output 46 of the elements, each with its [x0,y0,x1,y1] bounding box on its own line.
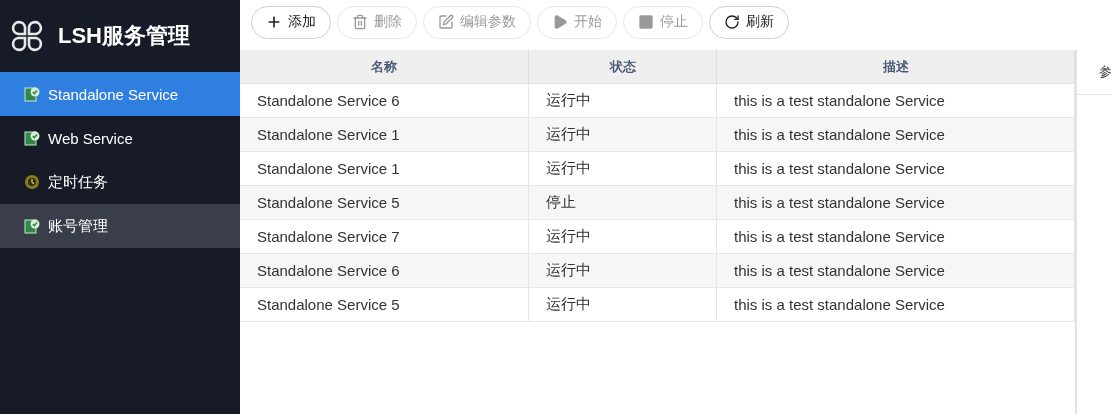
table-cell: Standalone Service 6 [240,84,529,118]
table-cell: this is a test standalone Service [717,220,1075,254]
panel-tab[interactable]: 参 [1099,63,1111,81]
table-cell: 停止 [529,186,717,220]
toolbar-button[interactable]: 添加 [251,5,331,39]
table-cell: Standalone Service 1 [240,118,529,152]
toolbar-button[interactable]: 刷新 [709,5,789,39]
table-cell: this is a test standalone Service [717,152,1075,186]
sidebar-item[interactable]: 定时任务 [0,160,240,204]
clipboard-check-icon [24,86,40,102]
sidebar-item[interactable]: Web Service [0,116,240,160]
logo-icon [10,19,44,53]
table-cell: Standalone Service 7 [240,220,529,254]
plus-icon [266,14,282,30]
trash-icon [352,14,368,30]
table-cell: Standalone Service 5 [240,288,529,322]
table-cell: Standalone Service 5 [240,186,529,220]
table-cell: Standalone Service 1 [240,152,529,186]
column-header[interactable]: 名称 [240,50,529,84]
play-icon [552,14,568,30]
refresh-icon [724,14,740,30]
sidebar-item-label: Web Service [48,129,133,147]
sidebar-item-label: 定时任务 [48,172,108,192]
column-header[interactable]: 状态 [529,50,717,84]
table-cell: 运行中 [529,152,717,186]
column-header[interactable]: 描述 [717,50,1075,84]
table-cell: 运行中 [529,220,717,254]
table-cell: this is a test standalone Service [717,186,1075,220]
clipboard-check-icon [24,130,40,146]
table-cell: 运行中 [529,118,717,152]
table-cell: this is a test standalone Service [717,118,1075,152]
table-cell: Standalone Service 6 [240,254,529,288]
sidebar-item-label: Standalone Service [48,85,179,103]
sidebar-item[interactable]: 账号管理 [0,204,240,248]
table-cell: this is a test standalone Service [717,288,1075,322]
sidebar-item[interactable]: Standalone Service [0,72,240,116]
table-cell: 运行中 [529,84,717,118]
app-title: LSH服务管理 [58,22,190,50]
table-cell: this is a test standalone Service [717,254,1075,288]
clipboard-check-icon [24,218,40,234]
table-cell: this is a test standalone Service [717,84,1075,118]
table-cell: 运行中 [529,254,717,288]
stop-icon [638,14,654,30]
table-cell: 运行中 [529,288,717,322]
edit-icon [438,14,454,30]
sidebar-item-label: 账号管理 [48,216,108,236]
